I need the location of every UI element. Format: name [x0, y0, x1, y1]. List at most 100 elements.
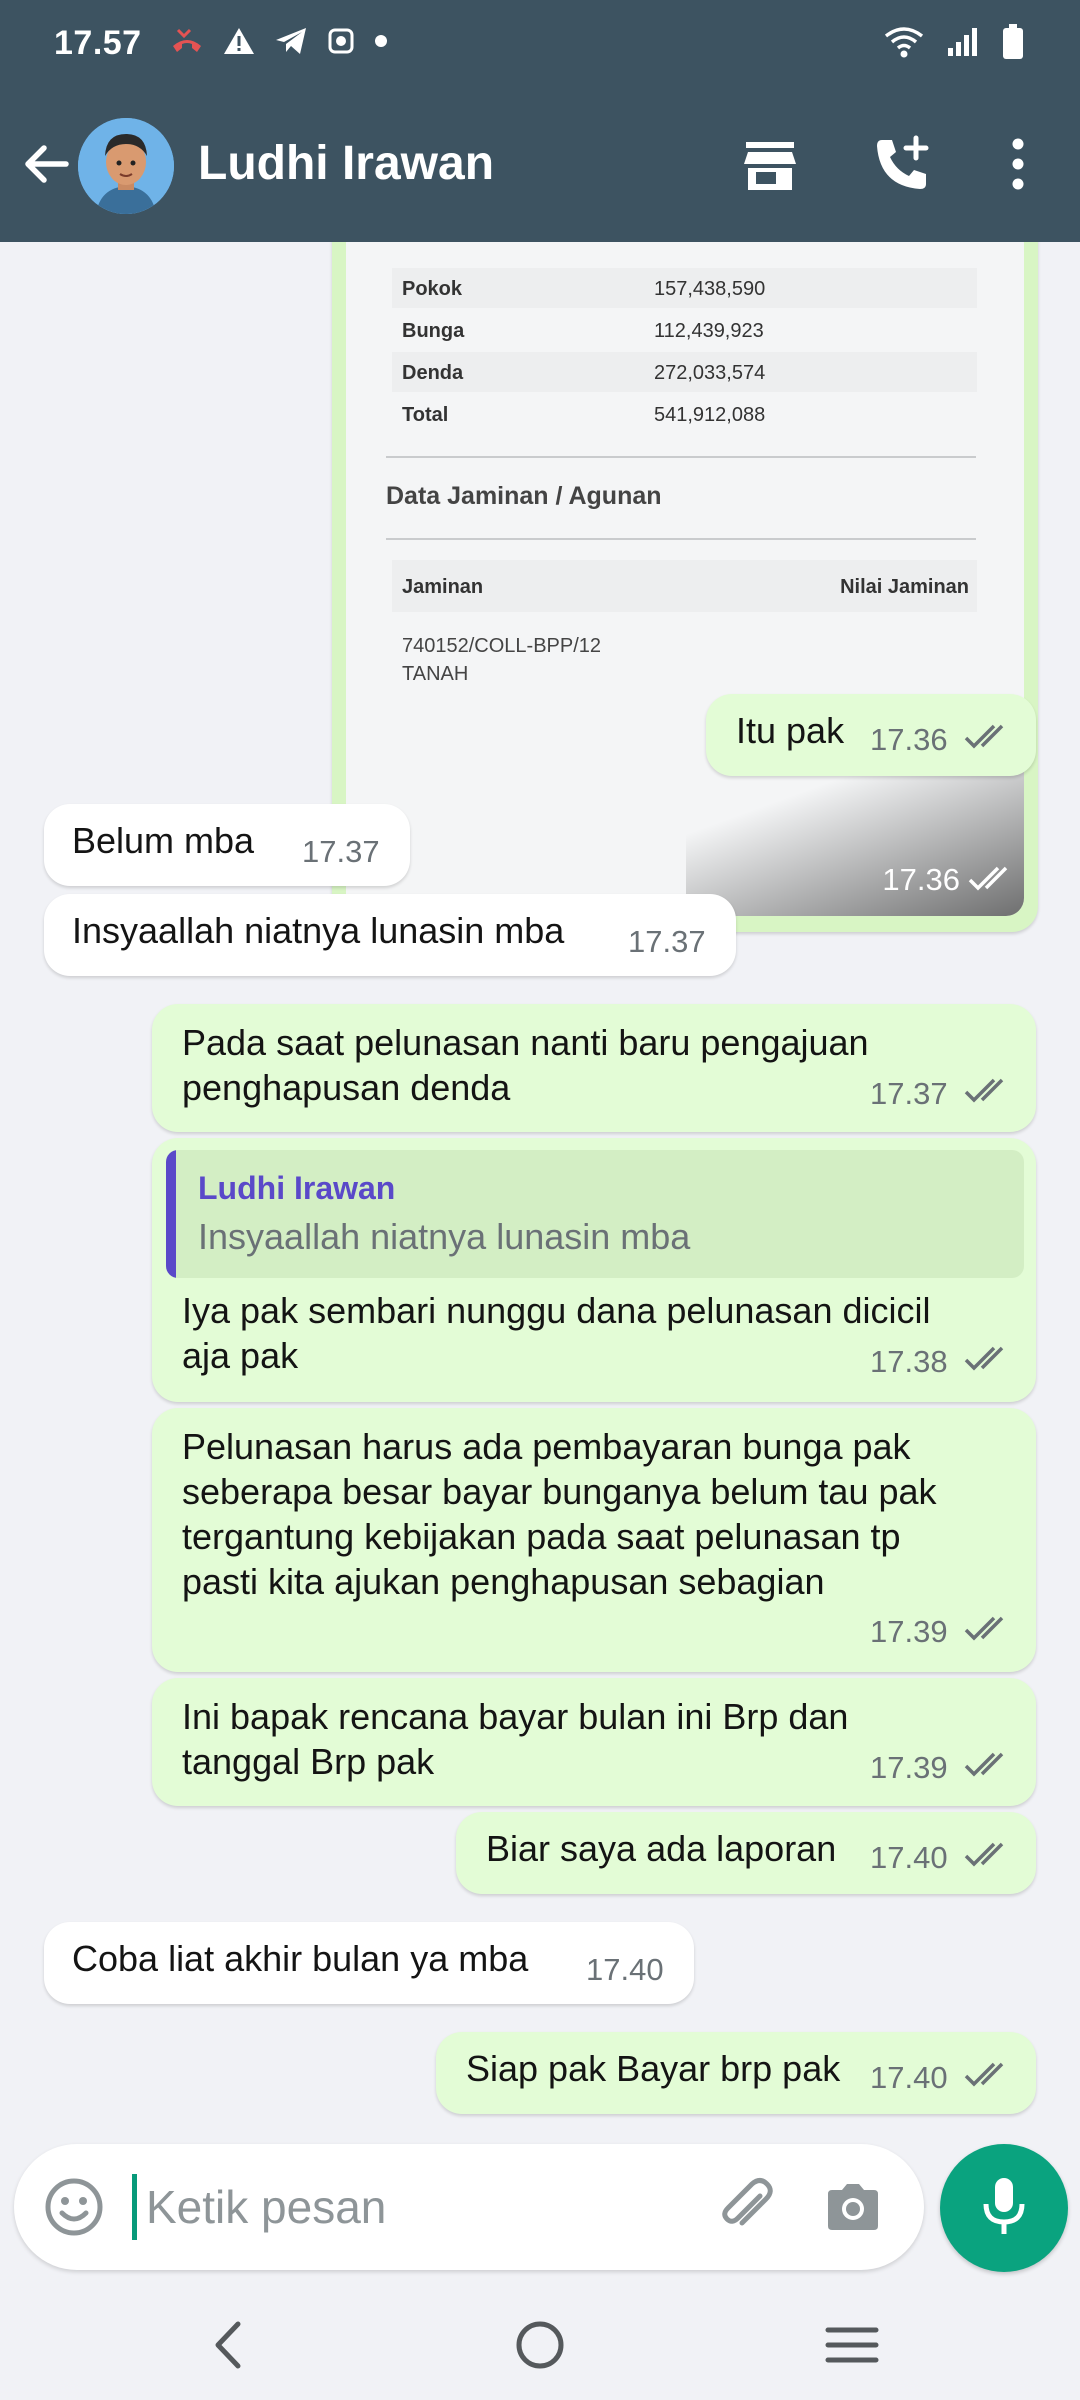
status-time: 17.57 [54, 24, 142, 62]
message-time: 17.38 [870, 1344, 948, 1379]
outgoing-message[interactable]: Pelunasan harus ada pembayaran bunga pak… [152, 1408, 1036, 1672]
message-time: 17.39 [870, 1750, 948, 1785]
message-text: Pada saat pelunasan nanti baru pengajuan… [182, 1020, 869, 1110]
incoming-message[interactable]: Insyaallah niatnya lunasin mba 17.37 [44, 894, 736, 976]
camera-icon[interactable] [822, 2176, 884, 2238]
back-arrow-icon[interactable] [18, 136, 74, 192]
message-line: Ini bapak rencana bayar bulan ini Brp da… [182, 1696, 849, 1737]
nav-home-icon[interactable] [500, 2310, 580, 2380]
doc-col-jaminan: Jaminan [402, 576, 484, 598]
message-input[interactable]: Ketik pesan [146, 2180, 386, 2234]
double-check-icon [964, 1616, 1004, 1641]
message-line: Pada saat pelunasan nanti baru pengajuan [182, 1022, 869, 1063]
chat-header: Ludhi Irawan [0, 110, 1080, 220]
add-call-icon[interactable] [870, 132, 934, 196]
system-navigation-bar [0, 2290, 1080, 2400]
outgoing-message[interactable]: Ini bapak rencana bayar bulan ini Brp da… [152, 1678, 1036, 1806]
double-check-icon [964, 1752, 1004, 1777]
message-text: Belum mba [72, 820, 255, 861]
doc-row-label: Bunga [402, 320, 465, 342]
quote-text: Insyaallah niatnya lunasin mba [198, 1216, 691, 1257]
doc-table-header: Jaminan Nilai Jaminan [392, 560, 977, 612]
message-input-bar[interactable]: Ketik pesan [14, 2144, 924, 2270]
message-text: Biar saya ada laporan [486, 1828, 837, 1869]
doc-row: Denda 272,033,574 [392, 352, 977, 392]
double-check-icon [964, 1842, 1004, 1867]
message-time: 17.40 [586, 1952, 664, 1987]
image-preview[interactable]: Pokok 157,438,590 Bunga 112,439,923 Dend… [346, 242, 1024, 916]
doc-row-value: 541,912,088 [654, 404, 766, 426]
message-line: pasti kita ajukan penghapusan sebagian [182, 1561, 825, 1602]
status-system-icons [884, 24, 1024, 60]
contact-avatar[interactable] [78, 118, 174, 214]
message-text: Siap pak Bayar brp pak [466, 2048, 841, 2089]
message-line: tanggal Brp pak [182, 1741, 435, 1782]
message-time: 17.36 [870, 722, 948, 757]
message-time: 17.37 [302, 834, 380, 869]
doc-item-line: TANAH [402, 663, 469, 685]
message-line: seberapa besar bayar bunganya belum tau … [182, 1471, 937, 1512]
message-line: Pelunasan harus ada pembayaran bunga pak [182, 1426, 911, 1467]
doc-row-value: 272,033,574 [654, 362, 766, 384]
doc-col-nilai: Nilai Jaminan [840, 576, 969, 598]
quoted-message[interactable]: Ludhi Irawan Insyaallah niatnya lunasin … [166, 1150, 1024, 1278]
doc-divider [386, 538, 976, 540]
avatar-illustration [78, 118, 174, 214]
double-check-icon [964, 724, 1004, 749]
status-notification-icons [170, 26, 388, 56]
doc-row: Bunga 112,439,923 [392, 310, 977, 350]
warning-icon [224, 28, 254, 54]
contact-name[interactable]: Ludhi Irawan [198, 136, 494, 191]
screen-record-icon [328, 28, 354, 54]
store-icon[interactable] [738, 132, 802, 196]
image-message[interactable]: Pokok 157,438,590 Bunga 112,439,923 Dend… [332, 242, 1038, 932]
dot-icon [375, 35, 387, 47]
text-cursor [132, 2174, 137, 2240]
double-check-icon [964, 1078, 1004, 1103]
message-time: 17.39 [870, 1614, 948, 1649]
doc-row-label: Pokok [402, 278, 463, 300]
more-vert-icon[interactable] [986, 132, 1050, 196]
incoming-message[interactable]: Coba liat akhir bulan ya mba 17.40 [44, 1922, 694, 2004]
telegram-icon [276, 28, 306, 54]
missed-call-icon [173, 28, 201, 52]
quote-author: Ludhi Irawan [198, 1170, 396, 1206]
wifi-icon [884, 27, 924, 58]
message-text: Ini bapak rencana bayar bulan ini Brp da… [182, 1694, 848, 1784]
message-time: 17.37 [870, 1076, 948, 1111]
message-text: Iya pak sembari nunggu dana pelunasan di… [182, 1288, 931, 1378]
message-time: 17.37 [628, 924, 706, 959]
message-time: 17.40 [870, 2060, 948, 2095]
doc-item: 740152/COLL-BPP/12 TANAH [402, 632, 601, 688]
doc-row-label: Total [402, 404, 449, 426]
message-time: 17.40 [870, 1840, 948, 1875]
message-text: Pelunasan harus ada pembayaran bunga pak… [182, 1424, 937, 1604]
double-check-icon [964, 2062, 1004, 2087]
doc-divider [386, 456, 976, 458]
doc-row-label: Denda [402, 362, 464, 384]
double-check-icon [968, 866, 1008, 891]
message-text: Insyaallah niatnya lunasin mba [72, 910, 565, 951]
message-line: Iya pak sembari nunggu dana pelunasan di… [182, 1290, 931, 1331]
doc-row: Total 541,912,088 [392, 394, 977, 434]
attach-icon[interactable] [714, 2174, 780, 2240]
outgoing-message[interactable]: Pada saat pelunasan nanti baru pengajuan… [152, 1004, 1036, 1132]
status-bar: 17.57 [0, 0, 1080, 88]
double-check-icon [964, 1346, 1004, 1371]
mic-button[interactable] [940, 2144, 1068, 2272]
battery-icon [1003, 24, 1023, 59]
message-text: Itu pak [736, 710, 845, 751]
message-text: Coba liat akhir bulan ya mba [72, 1938, 529, 1979]
message-line: tergantung kebijakan pada saat pelunasan… [182, 1516, 901, 1557]
emoji-icon[interactable] [42, 2175, 106, 2239]
nav-back-icon[interactable] [188, 2310, 268, 2380]
quote-bar [166, 1150, 176, 1278]
chat-area[interactable]: Pokok 157,438,590 Bunga 112,439,923 Dend… [0, 242, 1080, 2126]
outgoing-message[interactable]: Biar saya ada laporan 17.40 [456, 1812, 1036, 1894]
outgoing-message[interactable]: Siap pak Bayar brp pak 17.40 [436, 2032, 1036, 2114]
doc-section-title: Data Jaminan / Agunan [386, 482, 662, 510]
incoming-message[interactable]: Belum mba 17.37 [44, 804, 410, 886]
message-line: aja pak [182, 1335, 299, 1376]
nav-recents-icon[interactable] [812, 2310, 892, 2380]
outgoing-message[interactable]: Itu pak 17.36 [706, 694, 1036, 776]
